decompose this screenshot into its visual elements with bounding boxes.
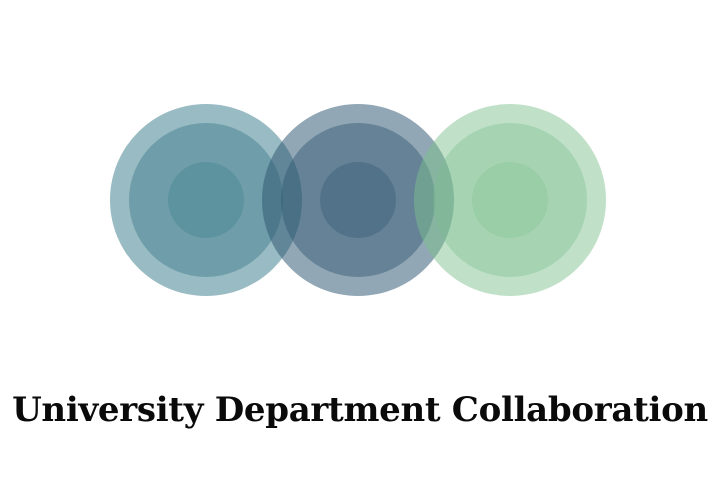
logo-circle-green [414,104,606,296]
logo-icon [110,104,606,296]
brand-name: University Department Collaboration [12,390,708,430]
